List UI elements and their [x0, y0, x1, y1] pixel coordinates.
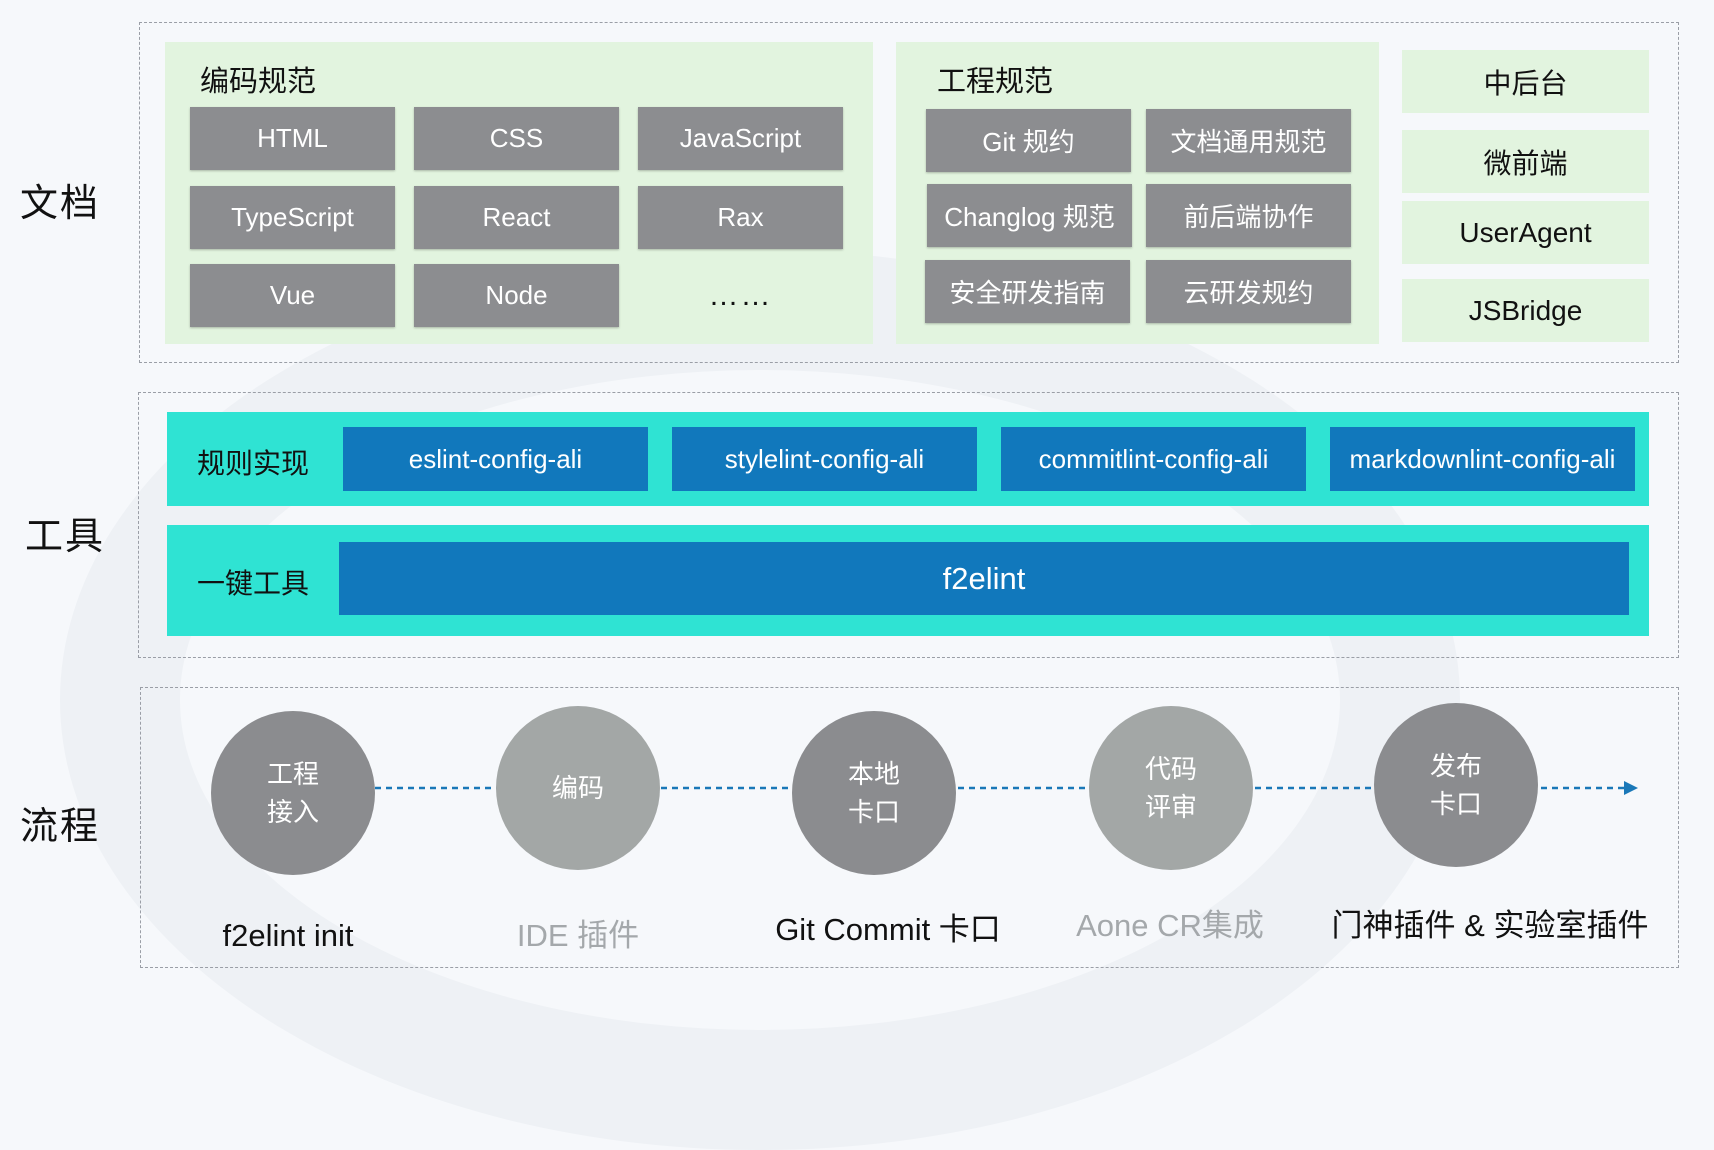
- step-line1: 发布: [1429, 751, 1482, 781]
- step-circle-coding[interactable]: 编码: [496, 706, 660, 870]
- step-label-git-commit: Git Commit 卡口: [775, 912, 1001, 947]
- step-line2: 卡口: [847, 797, 900, 827]
- step-line1: 编码: [551, 773, 604, 803]
- step-line1: 代码: [1144, 754, 1197, 784]
- step-label-plugins: 门神插件 & 实验室插件: [1331, 908, 1649, 943]
- step-circle-release-gate[interactable]: 发布 卡口: [1374, 703, 1538, 867]
- step-label-aone-cr: Aone CR集成: [1076, 908, 1264, 943]
- step-circle-onboarding[interactable]: 工程 接入: [211, 711, 375, 875]
- step-line1: 工程: [266, 759, 319, 789]
- step-line2: 评审: [1144, 792, 1197, 822]
- step-circle-code-review[interactable]: 代码 评审: [1089, 706, 1253, 870]
- step-line1: 本地: [847, 759, 900, 789]
- arrowhead-icon: [1624, 781, 1638, 795]
- step-label-f2elint-init: f2elint init: [222, 918, 354, 953]
- step-circle-local-gate[interactable]: 本地 卡口: [792, 711, 956, 875]
- step-label-ide-plugin: IDE 插件: [516, 918, 640, 953]
- step-line2: 卡口: [1429, 789, 1482, 819]
- step-line2: 接入: [266, 797, 319, 827]
